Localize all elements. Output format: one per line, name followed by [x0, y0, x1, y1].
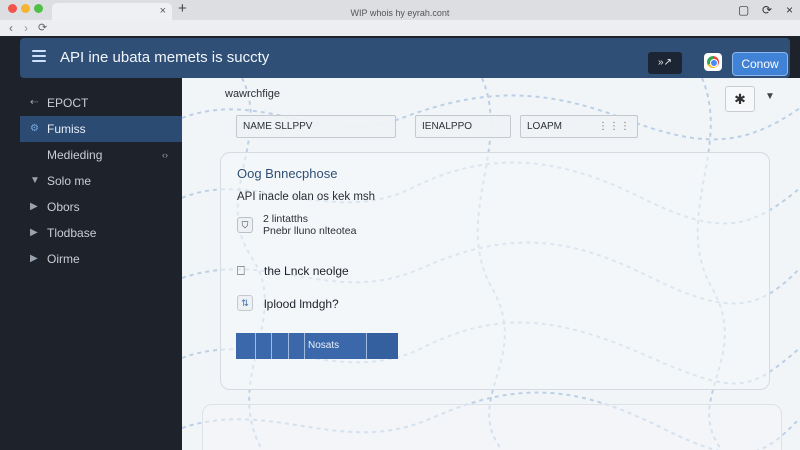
bar-segment: [272, 333, 289, 359]
sidebar-item-label: Fumiss: [47, 122, 86, 136]
shield-icon: ⛉: [237, 217, 253, 233]
url-text[interactable]: WIP whois hy eyrah.cont: [0, 7, 800, 19]
hamburger-menu-icon[interactable]: [32, 50, 46, 62]
sidebar-item-label: Tlodbase: [47, 226, 97, 240]
security-line-2: Pnebr lluno nlteotea: [263, 225, 357, 237]
play-icon: ▶: [30, 201, 38, 212]
chevron-down-icon[interactable]: ▼: [765, 91, 775, 102]
window-restore-icon[interactable]: ▢: [738, 3, 749, 17]
app-title: API ine ubata memets is succty: [60, 49, 270, 66]
sidebar-item-label: Medieding: [47, 148, 103, 162]
sidebar-item-obors[interactable]: ▶ Obors: [20, 194, 182, 220]
sidebar-item-solo-me[interactable]: ▼ Solo me: [20, 168, 182, 194]
bar-segment: [236, 333, 256, 359]
upload-item-label: lplood lmdgh?: [264, 297, 339, 311]
info-card: Oog Bnnecphose API inacle olan os kek ms…: [220, 152, 770, 390]
card-subtitle: API inacle olan os kek msh: [237, 191, 376, 203]
address-bar: ‹ › ⟳ WIP whois hy eyrah.cont ▢ ⟳ ×: [0, 3, 800, 36]
bar-segment: [367, 333, 398, 359]
id-field[interactable]: IENALPPO: [415, 115, 511, 138]
window-refresh-icon[interactable]: ⟳: [762, 3, 772, 17]
arrow-left-icon: ⇠: [30, 97, 39, 108]
field-value: NAME SLLPPV: [243, 121, 313, 132]
play-icon: ▶: [30, 253, 38, 264]
security-info-row: ⛉ 2 lintatths Pnebr lluno nlteotea: [237, 213, 437, 243]
bar-segment: [289, 333, 305, 359]
section-title: wawrchfige: [225, 88, 281, 100]
forward-icon[interactable]: ›: [24, 21, 28, 35]
browser-window: × + ‹ › ⟳ WIP whois hy eyrah.cont ▢ ⟳ × …: [0, 0, 800, 450]
main-content: wawrchfige ✱ ▼ NAME SLLPPV IENALPPO LOAP…: [182, 78, 800, 450]
chrome-logo-icon[interactable]: [704, 53, 722, 71]
segmented-progress-bar[interactable]: Nosats: [236, 331, 398, 361]
field-value: LOAPM: [527, 121, 563, 132]
bar-label: Nosats: [308, 340, 340, 351]
field-value: IENALPPO: [422, 121, 473, 132]
name-field[interactable]: NAME SLLPPV: [236, 115, 396, 138]
window-close-icon[interactable]: ×: [786, 3, 793, 17]
back-icon[interactable]: ‹: [9, 21, 13, 35]
filter-icon: ▼: [30, 175, 40, 186]
gear-icon: ⚙: [30, 123, 39, 134]
security-line-1: 2 lintatths: [263, 213, 308, 225]
upload-icon: ⇅: [237, 295, 253, 311]
document-lock-icon: ⎕: [237, 263, 245, 278]
sidebar-item-epoct[interactable]: ⇠ EPOCT: [20, 90, 182, 116]
primary-action-button[interactable]: Conow: [732, 52, 788, 76]
sidebar-item-fumiss[interactable]: ⚙ Fumiss: [20, 116, 182, 142]
secondary-card: [202, 404, 782, 450]
drag-handle-icon[interactable]: ⋮⋮⋮: [598, 116, 631, 137]
play-icon: ▶: [30, 227, 38, 238]
app-header: API ine ubata memets is succty »↗ Conow: [20, 38, 790, 78]
lock-item-label: the Lnck neolge: [264, 264, 349, 278]
reload-icon[interactable]: ⟳: [38, 21, 47, 35]
sidebar-item-medieding[interactable]: Medieding ‹›: [20, 142, 182, 168]
open-external-button[interactable]: »↗: [648, 52, 682, 74]
load-field[interactable]: LOAPM ⋮⋮⋮: [520, 115, 638, 138]
pin-tool-button[interactable]: ✱: [725, 86, 755, 112]
sidebar-item-tlodbase[interactable]: ▶ Tlodbase: [20, 220, 182, 246]
sidebar: ⇠ EPOCT ⚙ Fumiss Medieding ‹› ▼ Solo me …: [0, 78, 182, 450]
sidebar-item-label: EPOCT: [47, 96, 89, 110]
bar-segment: [256, 333, 272, 359]
sidebar-item-label: Solo me: [47, 174, 92, 188]
sidebar-item-oirme[interactable]: ▶ Oirme: [20, 246, 182, 272]
sidebar-item-label: Obors: [47, 200, 80, 214]
card-title: Oog Bnnecphose: [237, 166, 338, 181]
sidebar-item-label: Oirme: [47, 252, 80, 266]
expand-chevron-icon[interactable]: ‹›: [162, 142, 168, 168]
